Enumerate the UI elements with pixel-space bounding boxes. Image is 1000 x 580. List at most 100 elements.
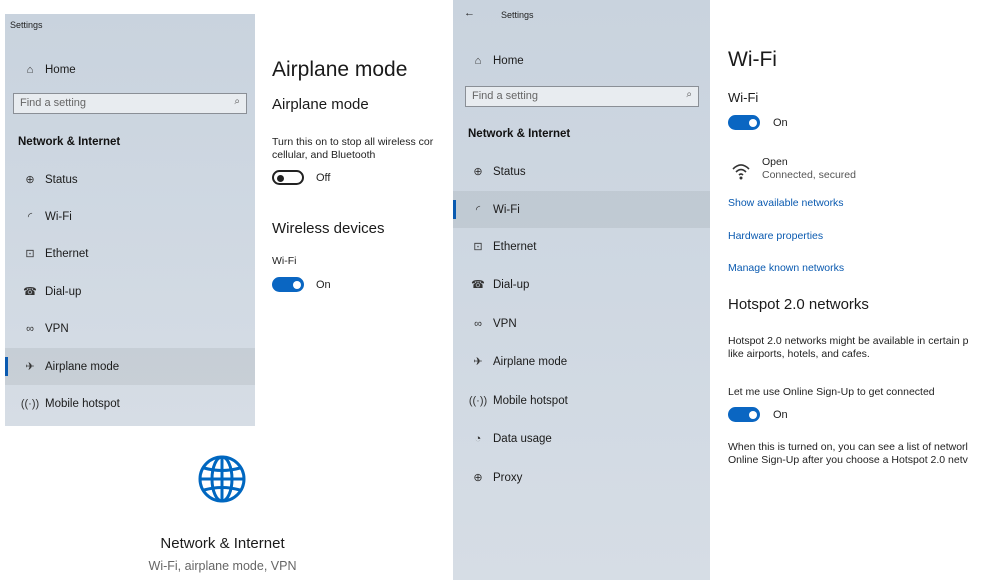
nav-vpn[interactable]: ∞ VPN xyxy=(453,305,710,342)
selection-indicator xyxy=(5,357,8,376)
wifi-device-label: Wi-Fi xyxy=(272,255,297,267)
nav-mobile-hotspot[interactable]: ((·)) Mobile hotspot xyxy=(5,385,255,422)
network-name: Open xyxy=(762,156,788,168)
tile-subtitle: Wi-Fi, airplane mode, VPN xyxy=(148,559,297,573)
nav-label: Dial-up xyxy=(493,278,530,291)
home-icon: ⌂ xyxy=(26,63,34,76)
nav-dialup[interactable]: ☎ Dial-up xyxy=(5,273,255,310)
desc-line: Hotspot 2.0 networks might be available … xyxy=(728,335,969,347)
airplane-description: Turn this on to stop all wireless cor ce… xyxy=(272,136,452,161)
search-icon: ⌕ xyxy=(234,96,240,107)
data-usage-icon: ◔ xyxy=(474,432,482,445)
tile-title: Network & Internet xyxy=(160,535,285,552)
nav-label: Mobile hotspot xyxy=(493,394,568,407)
search-placeholder: Find a setting xyxy=(20,97,87,109)
desc-line: Turn this on to stop all wireless cor xyxy=(272,136,434,148)
desc-line: cellular, and Bluetooth xyxy=(272,148,376,161)
nav-label: VPN xyxy=(45,322,69,335)
nav-status[interactable]: ⊕ Status xyxy=(453,153,710,190)
nav-label: VPN xyxy=(493,317,517,330)
vpn-icon: ∞ xyxy=(26,322,34,335)
nav-dialup[interactable]: ☎ Dial-up xyxy=(453,266,710,303)
nav-data-usage[interactable]: ◔ Data usage xyxy=(453,420,710,457)
nav-airplane-mode[interactable]: ✈ Airplane mode xyxy=(453,343,710,380)
nav-wifi[interactable]: ◜ Wi-Fi xyxy=(453,191,710,228)
nav-ethernet[interactable]: ⊡ Ethernet xyxy=(453,228,710,265)
window-title: Settings xyxy=(10,20,43,30)
nav-proxy[interactable]: ⊕ Proxy xyxy=(453,459,710,496)
airplane-icon: ✈ xyxy=(25,361,35,373)
nav-label: Dial-up xyxy=(45,285,82,298)
footer-line: Online Sign-Up after you choose a Hotspo… xyxy=(728,453,968,466)
wifi-signal-icon xyxy=(732,164,750,180)
ethernet-icon: ⊡ xyxy=(473,241,483,253)
online-signup-toggle[interactable] xyxy=(728,407,760,422)
search-input[interactable]: Find a setting ⌕ xyxy=(13,93,247,114)
left-sidebar: Settings ⌂ Home Find a setting ⌕ Network… xyxy=(5,14,255,426)
nav-home-label: Home xyxy=(45,63,76,76)
airplane-subtitle: Airplane mode xyxy=(272,96,369,113)
nav-label: Airplane mode xyxy=(493,355,568,368)
nav-label: Mobile hotspot xyxy=(45,397,120,410)
airplane-mode-toggle[interactable] xyxy=(272,170,304,185)
search-input[interactable]: Find a setting ⌕ xyxy=(465,86,699,107)
ethernet-icon: ⊡ xyxy=(25,248,35,260)
wifi-icon: ◜ xyxy=(475,204,481,216)
nav-home[interactable]: ⌂ Home xyxy=(5,51,255,88)
hotspot-icon: ((·)) xyxy=(20,397,40,410)
page-title: Wi-Fi xyxy=(728,48,777,71)
network-status-item[interactable]: Open Connected, secured xyxy=(728,156,988,186)
manage-known-networks-link[interactable]: Manage known networks xyxy=(728,262,844,274)
nav-label: Wi-Fi xyxy=(493,203,520,216)
nav-vpn[interactable]: ∞ VPN xyxy=(5,310,255,347)
nav-home[interactable]: ⌂ Home xyxy=(453,42,710,79)
hotspot-heading: Hotspot 2.0 networks xyxy=(728,296,869,313)
nav-label: Wi-Fi xyxy=(45,210,72,223)
search-placeholder: Find a setting xyxy=(472,90,539,102)
back-arrow-icon[interactable]: ← xyxy=(464,7,475,19)
nav-label: Proxy xyxy=(493,471,523,484)
signup-footer: When this is turned on, you can see a li… xyxy=(728,441,1000,466)
section-title: Network & Internet xyxy=(468,128,571,140)
airplane-icon: ✈ xyxy=(473,356,483,368)
globe-icon: ⊕ xyxy=(473,166,483,178)
window-title: Settings xyxy=(501,10,534,20)
signup-label: Let me use Online Sign-Up to get connect… xyxy=(728,386,935,398)
nav-home-label: Home xyxy=(493,54,524,67)
nav-status[interactable]: ⊕ Status xyxy=(5,161,255,198)
nav-ethernet[interactable]: ⊡ Ethernet xyxy=(5,235,255,272)
wifi-icon: ◜ xyxy=(27,211,33,223)
signup-toggle-state: On xyxy=(773,409,788,421)
globe-icon: ⊕ xyxy=(25,174,35,186)
section-title: Network & Internet xyxy=(18,136,121,148)
right-sidebar: ← Settings ⌂ Home Find a setting ⌕ Netwo… xyxy=(453,0,710,580)
wireless-devices-heading: Wireless devices xyxy=(272,220,385,237)
nav-label: Ethernet xyxy=(45,247,89,260)
wifi-device-toggle[interactable] xyxy=(272,277,304,292)
dialup-icon: ☎ xyxy=(471,279,485,291)
nav-mobile-hotspot[interactable]: ((·)) Mobile hotspot xyxy=(453,382,710,419)
hardware-properties-link[interactable]: Hardware properties xyxy=(728,230,823,242)
nav-label: Status xyxy=(45,173,78,186)
home-icon: ⌂ xyxy=(474,54,482,67)
wifi-toggle[interactable] xyxy=(728,115,760,130)
wifi-device-toggle-state: On xyxy=(316,279,331,291)
page-title: Airplane mode xyxy=(272,58,408,81)
nav-label: Ethernet xyxy=(493,240,537,253)
show-available-networks-link[interactable]: Show available networks xyxy=(728,197,844,209)
hotspot-description: Hotspot 2.0 networks might be available … xyxy=(728,335,1000,360)
search-icon: ⌕ xyxy=(686,89,692,100)
footer-line: When this is turned on, you can see a li… xyxy=(728,441,968,453)
airplane-toggle-state: Off xyxy=(316,172,331,184)
nav-label: Status xyxy=(493,165,526,178)
nav-wifi[interactable]: ◜ Wi-Fi xyxy=(5,198,255,235)
vpn-icon: ∞ xyxy=(474,317,482,330)
nav-airplane-mode[interactable]: ✈ Airplane mode xyxy=(5,348,255,385)
network-internet-tile[interactable]: Network & Internet Wi-Fi, airplane mode,… xyxy=(140,445,305,575)
desc-line: like airports, hotels, and cafes. xyxy=(728,347,870,360)
nav-label: Airplane mode xyxy=(45,360,120,373)
selection-indicator xyxy=(453,200,456,219)
network-status: Connected, secured xyxy=(762,169,856,181)
wifi-subtitle: Wi-Fi xyxy=(728,90,759,105)
globe-icon xyxy=(198,455,246,503)
